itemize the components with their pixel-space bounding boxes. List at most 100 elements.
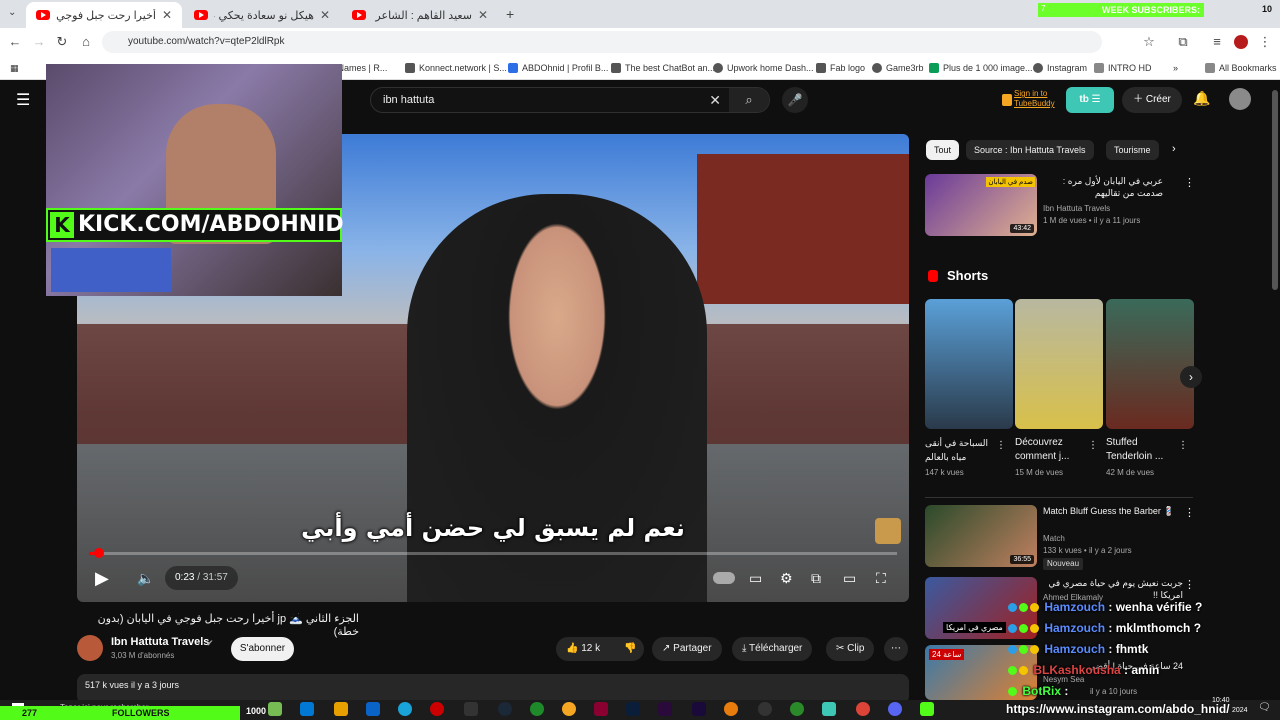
related-thumbnail[interactable]: صدم في اليابان 43:42 xyxy=(925,174,1037,236)
taskbar-app-icon[interactable] xyxy=(300,702,314,716)
more-options-icon[interactable]: ⋮ xyxy=(1184,176,1195,189)
tubebuddy-button[interactable]: tb ☰ xyxy=(1066,87,1114,113)
menu-icon[interactable]: ≡ xyxy=(1208,33,1226,51)
like-button[interactable]: 👍 12 k xyxy=(556,637,614,661)
bookmark-item[interactable]: Fab logo xyxy=(816,60,865,76)
progress-bar[interactable] xyxy=(89,548,897,558)
autoplay-toggle[interactable] xyxy=(713,572,735,584)
steam-icon[interactable] xyxy=(498,702,512,716)
clear-search-icon[interactable]: ✕ xyxy=(709,88,721,112)
create-button[interactable]: ＋ Créer xyxy=(1122,87,1182,113)
settings-gear-icon[interactable]: ⚙ xyxy=(780,566,793,590)
bookmark-item[interactable]: Konnect.network | S... xyxy=(405,60,507,76)
chip-tourism[interactable]: Tourisme xyxy=(1106,140,1159,160)
kick-app-icon[interactable] xyxy=(920,702,934,716)
bookmark-item[interactable]: Instagram xyxy=(1033,60,1087,76)
more-options-icon[interactable]: ⋮ xyxy=(1178,440,1188,451)
premiere-icon[interactable] xyxy=(658,702,672,716)
more-options-icon[interactable]: ⋮ xyxy=(996,440,1006,451)
captions-icon[interactable]: ▭ xyxy=(749,566,762,590)
bookmark-item[interactable]: Game3rb xyxy=(872,60,924,76)
microphone-icon[interactable]: 🎤 xyxy=(782,87,808,113)
taskbar-app-icon[interactable] xyxy=(594,702,608,716)
taskbar-app-icon[interactable] xyxy=(790,702,804,716)
profile-avatar[interactable] xyxy=(1234,35,1248,49)
forward-icon[interactable]: → xyxy=(30,33,48,51)
related-channel[interactable]: Ibn Hattuta Travels xyxy=(1043,203,1110,215)
more-bookmarks-icon[interactable]: » xyxy=(1173,60,1178,76)
chrome-icon[interactable] xyxy=(856,702,870,716)
short-thumbnail[interactable] xyxy=(1106,299,1194,429)
subscribe-button[interactable]: S'abonner xyxy=(231,637,294,661)
discord-icon[interactable] xyxy=(888,702,902,716)
share-button[interactable]: ↗ Partager xyxy=(652,637,722,661)
tab[interactable]: هيكل نو سعادة يحكي عن خلافه ✕ xyxy=(184,2,340,28)
close-icon[interactable]: ✕ xyxy=(478,8,488,22)
blender-icon[interactable] xyxy=(724,702,738,716)
progress-scrubber[interactable] xyxy=(93,548,104,558)
reload-icon[interactable]: ↻ xyxy=(53,33,71,51)
theater-mode-icon[interactable]: ▭ xyxy=(843,566,856,590)
channel-watermark-icon[interactable] xyxy=(875,518,901,544)
tubebuddy-signin-link[interactable]: Sign in to TubeBuddy xyxy=(1014,89,1055,109)
new-tab-icon[interactable]: + xyxy=(506,6,514,22)
short-title[interactable]: Découvrez comment j... xyxy=(1015,436,1095,464)
outlook-icon[interactable] xyxy=(366,702,380,716)
notifications-icon[interactable]: 🗨 xyxy=(1258,702,1271,713)
taskbar-app-icon[interactable] xyxy=(430,702,444,716)
taskbar-app-icon[interactable] xyxy=(822,702,836,716)
home-icon[interactable]: ⌂ xyxy=(77,33,95,51)
close-icon[interactable]: ✕ xyxy=(320,8,330,22)
channel-name[interactable]: Ibn Hattuta Travels xyxy=(111,636,209,648)
miniplayer-icon[interactable]: ⧉ xyxy=(811,566,821,590)
short-thumbnail[interactable] xyxy=(925,299,1013,429)
play-icon[interactable]: ▶ xyxy=(95,566,109,590)
more-actions-icon[interactable]: ⋯ xyxy=(884,637,908,661)
channel-avatar[interactable] xyxy=(77,635,103,661)
photoshop-icon[interactable] xyxy=(626,702,640,716)
volume-icon[interactable]: 🔈 xyxy=(137,566,154,590)
after-effects-icon[interactable] xyxy=(692,702,706,716)
taskbar-app-icon[interactable] xyxy=(530,702,544,716)
close-icon[interactable]: ✕ xyxy=(162,8,172,22)
tab-active[interactable]: أخيرا رحت جبل فوجي في اليابان ✕ xyxy=(26,2,182,28)
apps-icon[interactable]: ▦ xyxy=(10,60,19,76)
tab[interactable]: سعيد القاهم : الشاعر المشرد - ✕ xyxy=(342,2,498,28)
taskbar-app-icon[interactable] xyxy=(562,702,576,716)
more-options-icon[interactable]: ⋮ xyxy=(1184,506,1195,519)
more-options-icon[interactable]: ⋮ xyxy=(1088,440,1098,451)
bookmark-item[interactable]: INTRO HD xyxy=(1094,60,1152,76)
search-input[interactable]: ibn hattuta ✕ ⌕ xyxy=(370,87,770,113)
short-thumbnail[interactable] xyxy=(1015,299,1103,429)
related-title[interactable]: Match Bluff Guess the Barber 💈 xyxy=(1043,505,1183,517)
url-field[interactable]: youtube.com/watch?v=qteP2ldlRpk xyxy=(102,31,1102,53)
bookmark-item[interactable]: ABDOhnid | Profil B... xyxy=(508,60,608,76)
taskbar-app-icon[interactable] xyxy=(758,702,772,716)
bookmark-star-icon[interactable]: ☆ xyxy=(1140,33,1158,51)
related-channel[interactable]: Match xyxy=(1043,533,1065,545)
all-bookmarks[interactable]: All Bookmarks xyxy=(1205,60,1277,76)
dislike-button[interactable]: 👎 xyxy=(614,637,644,661)
more-options-icon[interactable]: ⋮ xyxy=(1184,578,1195,591)
short-title[interactable]: السباحة في أنقى مياه بالعالم xyxy=(925,436,1005,464)
chevron-right-icon[interactable]: › xyxy=(1172,143,1176,155)
chip-source[interactable]: Source : Ibn Hattuta Travels xyxy=(966,140,1094,160)
edge-icon[interactable] xyxy=(398,702,412,716)
taskbar-app-icon[interactable] xyxy=(334,702,348,716)
fullscreen-icon[interactable]: ⛶ xyxy=(876,566,886,590)
taskbar-app-icon[interactable] xyxy=(464,702,478,716)
tab-list-icon[interactable]: ⌄ xyxy=(8,7,16,18)
page-scrollbar[interactable] xyxy=(1272,90,1278,290)
back-icon[interactable]: ← xyxy=(6,33,24,51)
bookmark-item[interactable]: Upwork home Dash... xyxy=(713,60,814,76)
chip-all[interactable]: Tout xyxy=(926,140,960,160)
bookmark-item[interactable]: The best ChatBot an... xyxy=(611,60,715,76)
short-title[interactable]: Stuffed Tenderloin ... xyxy=(1106,436,1186,464)
download-button[interactable]: ⤓ Télécharger xyxy=(732,637,813,661)
account-avatar[interactable] xyxy=(1229,88,1251,110)
clip-button[interactable]: ✂ Clip xyxy=(826,637,875,661)
shorts-next-icon[interactable]: › xyxy=(1180,366,1202,388)
search-icon[interactable]: ⌕ xyxy=(729,88,769,112)
bookmark-item[interactable]: Plus de 1 000 image... xyxy=(929,60,1033,76)
notifications-bell-icon[interactable]: 🔔 xyxy=(1193,90,1210,107)
